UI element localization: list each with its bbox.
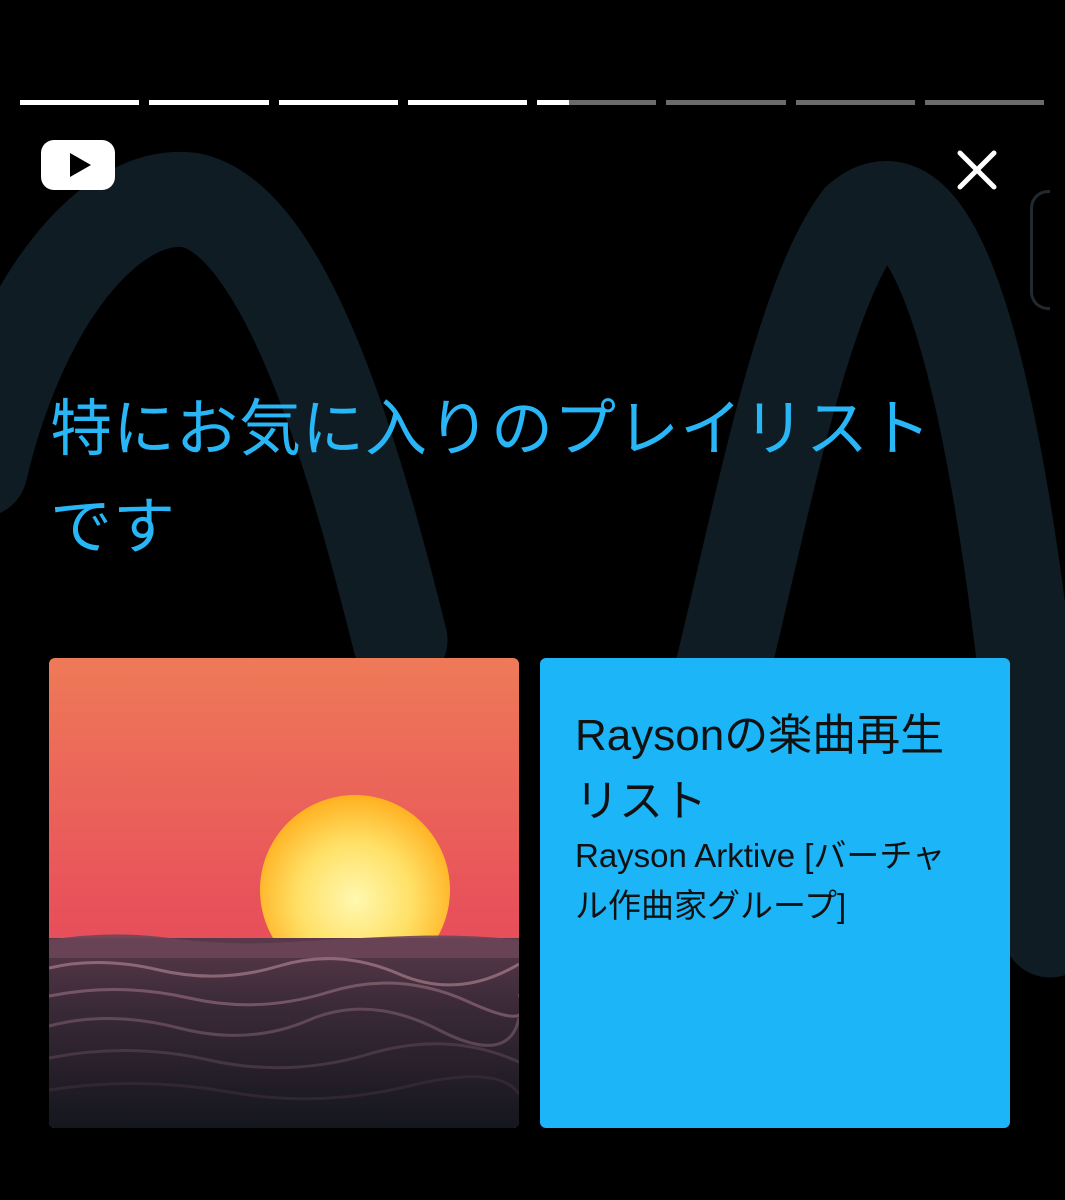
- progress-segment: [795, 100, 915, 105]
- progress-segment: [20, 100, 140, 105]
- progress-segment: [407, 100, 527, 105]
- progress-segment-fill: [278, 100, 398, 105]
- playlist-channel: Rayson Arktive [バーチャル作曲家グループ]: [575, 837, 946, 924]
- progress-segment: [278, 100, 398, 105]
- close-icon: [957, 150, 997, 190]
- story-headline: 特にお気に入りのプレイリストです: [50, 392, 933, 563]
- progress-segment: [924, 100, 1044, 105]
- progress-segment: [537, 100, 657, 105]
- next-card-edge: [1030, 190, 1050, 310]
- progress-segment-fill: [407, 100, 527, 105]
- playlist-card[interactable]: Raysonの楽曲再生リスト Rayson Arktive [バーチャル作曲家グ…: [540, 658, 1010, 1128]
- playlist-title: Raysonの楽曲再生リスト: [575, 711, 945, 826]
- progress-segment-fill: [20, 100, 140, 105]
- close-button[interactable]: [950, 145, 1004, 199]
- playlist-thumbnail[interactable]: [49, 658, 519, 1128]
- progress-segment: [666, 100, 786, 105]
- youtube-play-icon: [41, 140, 115, 190]
- progress-segment-fill: [149, 100, 269, 105]
- progress-segment: [149, 100, 269, 105]
- progress-segment-fill: [537, 100, 570, 105]
- sunset-image: [49, 658, 519, 1128]
- story-progress-bar: [20, 100, 1044, 106]
